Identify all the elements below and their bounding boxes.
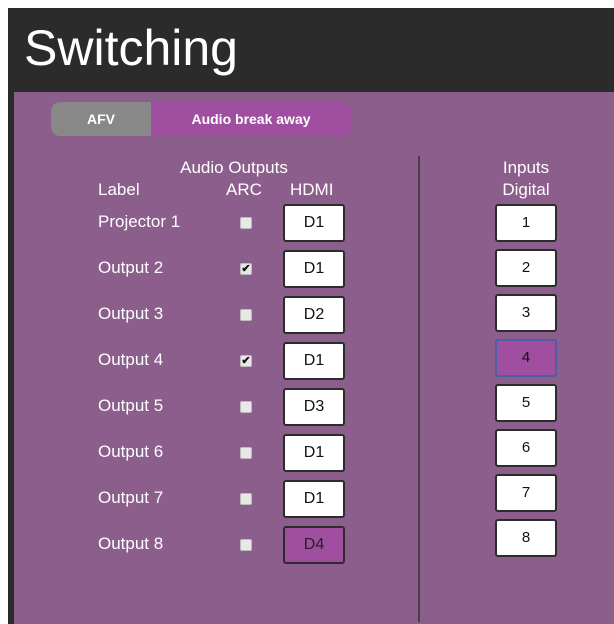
hdmi-source-button[interactable]: D3	[283, 388, 345, 426]
output-label: Output 6	[98, 442, 164, 461]
hdmi-source-button[interactable]: D1	[283, 480, 345, 518]
arc-checkbox[interactable]	[240, 217, 252, 229]
arc-checkbox[interactable]	[240, 309, 252, 321]
arc-checkbox[interactable]	[240, 539, 252, 551]
hdmi-source-button[interactable]: D1	[283, 342, 345, 380]
arc-checkbox[interactable]	[240, 447, 252, 459]
column-divider	[418, 156, 420, 622]
inputs-digital-subheading: Digital	[502, 180, 550, 199]
arc-checkbox[interactable]	[240, 493, 252, 505]
input-button[interactable]: 8	[495, 519, 557, 557]
label-column-header: Label	[98, 180, 140, 199]
hdmi-column-header: HDMI	[290, 180, 334, 199]
hdmi-source-button[interactable]: D1	[283, 250, 345, 288]
page-title: Switching	[24, 20, 238, 76]
output-label: Output 3	[98, 304, 164, 323]
input-button-selected[interactable]: 4	[495, 339, 557, 377]
arc-checkbox[interactable]: ✔	[240, 263, 252, 275]
input-button[interactable]: 3	[495, 294, 557, 332]
page-header: Switching	[8, 8, 614, 86]
inputs-heading: Inputs	[502, 158, 550, 177]
output-label: Output 8	[98, 534, 164, 553]
arc-checkbox[interactable]: ✔	[240, 355, 252, 367]
switching-panel: AFV Audio break away Audio Outputs Label…	[14, 92, 614, 624]
hdmi-source-button[interactable]: D1	[283, 204, 345, 242]
hdmi-source-button[interactable]: D1	[283, 434, 345, 472]
tab-audio-break-away[interactable]: Audio break away	[151, 102, 351, 136]
arc-checkbox[interactable]	[240, 401, 252, 413]
hdmi-source-button-selected[interactable]: D4	[283, 526, 345, 564]
switching-window: Switching AFV Audio break away Audio Out…	[8, 8, 614, 624]
input-button[interactable]: 6	[495, 429, 557, 467]
tab-afv[interactable]: AFV	[51, 102, 151, 136]
hdmi-source-button[interactable]: D2	[283, 296, 345, 334]
output-label: Output 2	[98, 258, 164, 277]
input-button[interactable]: 2	[495, 249, 557, 287]
output-label: Output 5	[98, 396, 164, 415]
input-button[interactable]: 7	[495, 474, 557, 512]
output-label: Projector 1	[98, 212, 181, 231]
input-button[interactable]: 5	[495, 384, 557, 422]
output-label: Output 7	[98, 488, 164, 507]
audio-outputs-heading: Audio Outputs	[180, 158, 288, 177]
output-label: Output 4	[98, 350, 164, 369]
arc-column-header: ARC	[226, 180, 262, 199]
input-button[interactable]: 1	[495, 204, 557, 242]
